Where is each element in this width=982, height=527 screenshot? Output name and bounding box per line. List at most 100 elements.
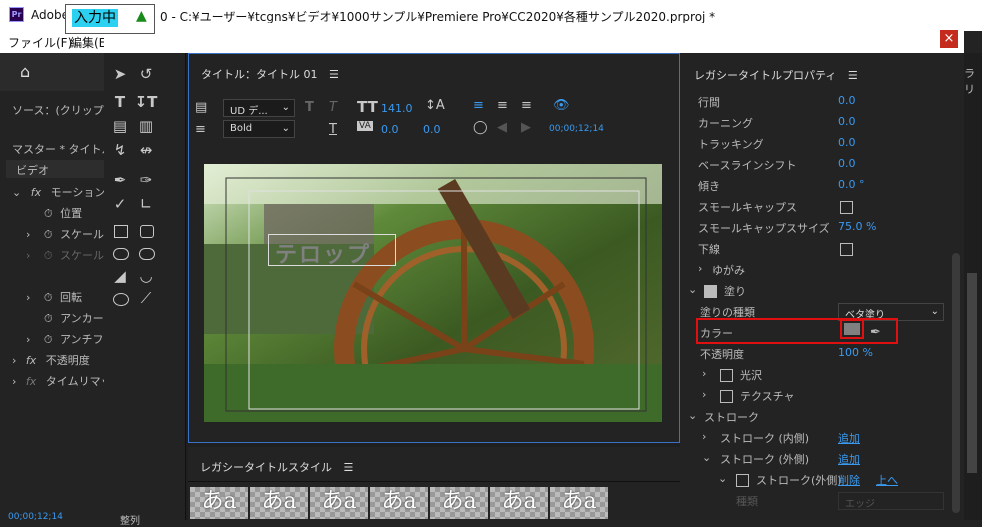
menu-file[interactable]: ファイル(F): [8, 34, 72, 51]
chevron-right-icon[interactable]: ›: [26, 228, 30, 241]
vertical-type-tool-icon[interactable]: ↧T: [134, 93, 158, 111]
stopwatch-icon[interactable]: ⏱: [44, 228, 53, 241]
style-swatch[interactable]: あa: [430, 487, 488, 519]
style-swatch[interactable]: あa: [550, 487, 608, 519]
distort-row[interactable]: › ゆがみ: [680, 260, 950, 280]
texture-row[interactable]: › テクスチャ: [680, 386, 950, 406]
vertical-area-type-tool-icon[interactable]: ▥: [134, 117, 158, 135]
style-swatch[interactable]: あa: [370, 487, 428, 519]
prop-value[interactable]: 0.0 °: [838, 178, 865, 191]
fill-row[interactable]: ⌄ 塗り: [680, 281, 950, 301]
convert-anchor-tool-icon[interactable]: ∟: [134, 195, 158, 213]
fx-icon[interactable]: fx: [26, 354, 36, 367]
fx-icon[interactable]: fx: [26, 375, 36, 388]
background-video-icon[interactable]: ◀: [497, 120, 507, 135]
panel-menu-icon[interactable]: ☰: [848, 69, 858, 82]
leading-value[interactable]: 0.0: [423, 123, 441, 136]
title-timecode[interactable]: 00;00;12;14: [549, 124, 604, 134]
type-tool-icon[interactable]: T: [108, 93, 132, 111]
close-button[interactable]: ×: [940, 30, 958, 48]
style-swatch[interactable]: あa: [310, 487, 368, 519]
fx-icon[interactable]: fx: [31, 186, 41, 199]
home-icon[interactable]: ⌂: [20, 62, 30, 81]
arc-tool-icon[interactable]: ◡: [134, 267, 158, 285]
chevron-down-icon[interactable]: ⌄: [688, 283, 697, 296]
align-right-icon[interactable]: ≡: [521, 98, 532, 113]
path-type-tool-icon[interactable]: ↯: [108, 141, 132, 159]
type-select[interactable]: エッジ: [838, 492, 944, 510]
wedge-tool-icon[interactable]: ◢: [108, 267, 132, 285]
chevron-down-icon[interactable]: ⌄: [12, 186, 21, 199]
style-swatch[interactable]: あa: [490, 487, 548, 519]
tab-stop-icon[interactable]: ◯: [473, 120, 488, 135]
fill-checkbox[interactable]: [704, 285, 717, 298]
vertical-path-type-tool-icon[interactable]: ↮: [134, 141, 158, 159]
prop-value[interactable]: 0.0: [838, 115, 856, 128]
ellipse-tool-icon[interactable]: [113, 293, 129, 306]
chevron-right-icon[interactable]: ›: [12, 375, 16, 388]
outer-stroke-checkbox[interactable]: [736, 474, 749, 487]
chevron-right-icon[interactable]: ›: [702, 388, 706, 401]
chevron-down-icon[interactable]: ⌄: [718, 472, 727, 485]
props-scrollbar[interactable]: [952, 253, 960, 513]
underline-icon[interactable]: T: [329, 122, 337, 137]
font-size-value[interactable]: 141.0: [381, 102, 413, 115]
rounded-rect-tool-icon[interactable]: [140, 225, 154, 238]
font-family-select[interactable]: UD デ... ⌄: [223, 99, 295, 117]
clipped-corner-tool-icon[interactable]: [113, 248, 129, 260]
delete-link[interactable]: 削除: [838, 472, 860, 488]
title-canvas[interactable]: テロップ: [204, 164, 662, 422]
stopwatch-icon[interactable]: ⏱: [44, 333, 53, 346]
text-bounding-box[interactable]: テロップ: [268, 234, 396, 269]
add-outer-stroke-link[interactable]: 追加: [838, 451, 860, 467]
timeremap-row[interactable]: › fx タイムリマッ: [12, 373, 112, 389]
background-video-icon[interactable]: ▶: [521, 120, 531, 135]
kerning-value[interactable]: 0.0: [381, 123, 399, 136]
chevron-down-icon[interactable]: ⌄: [702, 451, 711, 464]
opacity-value[interactable]: 100 %: [838, 346, 873, 359]
add-anchor-tool-icon[interactable]: ✓: [108, 195, 132, 213]
chevron-right-icon[interactable]: ›: [12, 354, 16, 367]
delete-anchor-tool-icon[interactable]: ✑: [134, 171, 158, 189]
chevron-right-icon[interactable]: ›: [26, 249, 30, 262]
outer-stroke-row[interactable]: ⌄ ストローク (外側) 追加: [680, 449, 950, 469]
bold-icon[interactable]: T: [305, 100, 314, 115]
selection-tool-icon[interactable]: ➤: [108, 65, 132, 83]
font-style-select[interactable]: Bold ⌄: [223, 120, 295, 138]
menu-edit[interactable]: 編集(E: [70, 34, 106, 51]
panel-menu-icon[interactable]: ☰: [329, 68, 339, 81]
outer-stroke-item-row[interactable]: ⌄ ストローク(外側) 削除 上へ: [680, 470, 950, 490]
rectangle-tool-icon[interactable]: [114, 225, 128, 238]
add-inner-stroke-link[interactable]: 追加: [838, 430, 860, 446]
roll-crawl-icon[interactable]: ▤: [195, 100, 207, 115]
chevron-down-icon[interactable]: ⌄: [688, 409, 697, 422]
italic-icon[interactable]: T: [329, 100, 337, 115]
stopwatch-icon[interactable]: ⏱: [44, 312, 53, 325]
rounded-corner-tool-icon[interactable]: [139, 248, 155, 260]
stopwatch-icon[interactable]: ⏱: [44, 207, 53, 220]
small-caps-checkbox[interactable]: [840, 201, 853, 214]
chevron-right-icon[interactable]: ›: [702, 430, 706, 443]
stopwatch-icon[interactable]: ⏱: [44, 249, 53, 262]
tab-stops-icon[interactable]: ≡: [195, 122, 206, 137]
stopwatch-icon[interactable]: ⏱: [44, 291, 53, 304]
prop-value[interactable]: 0.0: [838, 94, 856, 107]
area-type-tool-icon[interactable]: ▤: [108, 117, 132, 135]
prop-value[interactable]: 75.0 %: [838, 220, 876, 233]
sheen-row[interactable]: › 光沢: [680, 365, 950, 385]
color-swatch-box[interactable]: [840, 319, 864, 339]
sheen-checkbox[interactable]: [720, 369, 733, 382]
underline-checkbox[interactable]: [840, 243, 853, 256]
prop-value[interactable]: 0.0: [838, 157, 856, 170]
source-label[interactable]: ソース：(クリップ: [12, 102, 104, 118]
move-up-link[interactable]: 上へ: [876, 472, 898, 488]
scrollbar[interactable]: [967, 273, 977, 473]
align-left-icon[interactable]: ≡: [473, 98, 484, 113]
pen-tool-icon[interactable]: ✒: [108, 171, 132, 189]
panel-menu-icon[interactable]: ☰: [344, 461, 354, 474]
eyedropper-icon[interactable]: ✒: [870, 325, 881, 340]
inner-stroke-row[interactable]: › ストローク (内側) 追加: [680, 428, 950, 448]
canvas-text[interactable]: テロップ: [275, 237, 371, 269]
left-timecode[interactable]: 00;00;12;14: [8, 512, 63, 522]
texture-checkbox[interactable]: [720, 390, 733, 403]
